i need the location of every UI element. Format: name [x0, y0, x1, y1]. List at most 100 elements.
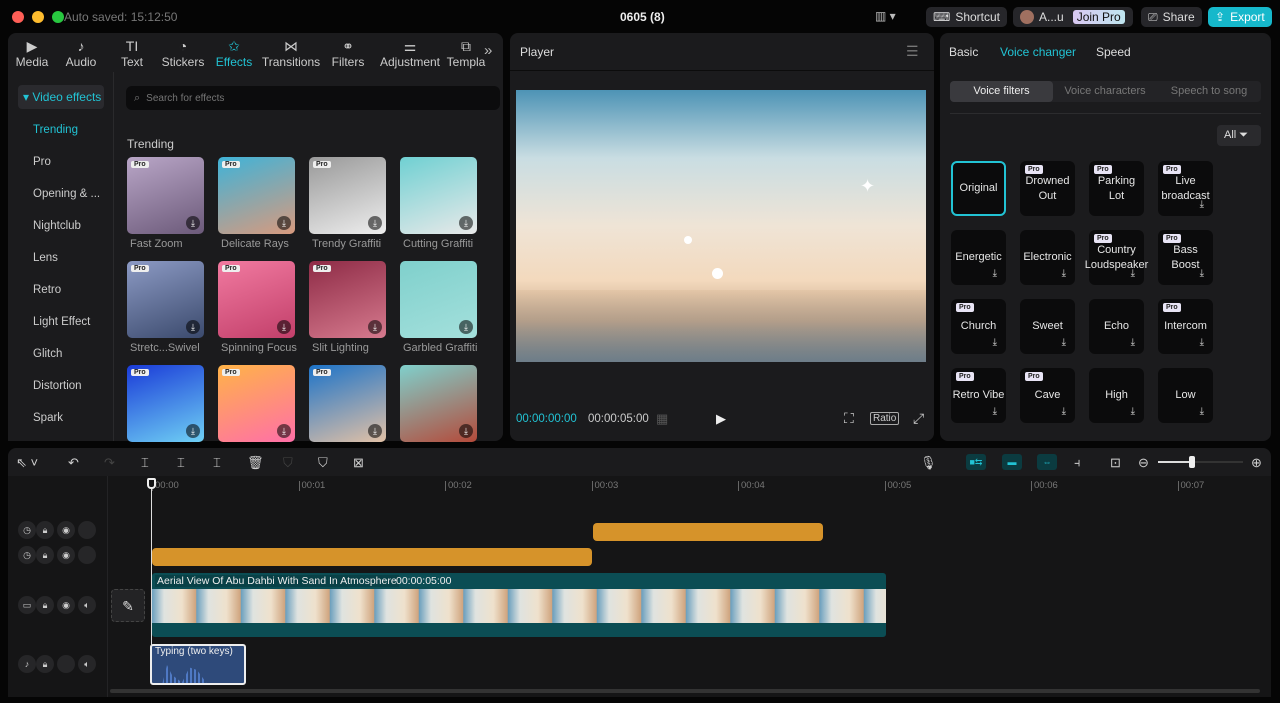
effect-clip[interactable] [152, 548, 592, 566]
preview-axis-icon[interactable]: ⫞ [1074, 455, 1081, 471]
ratio-button[interactable]: Ratio [870, 412, 900, 425]
download-icon[interactable]: ⤓ [368, 424, 382, 438]
download-icon[interactable]: ⤓ [459, 424, 473, 438]
audio-track-icon[interactable]: ♪ [18, 655, 36, 673]
voice-filter-tile[interactable]: Energetic ⤓ [951, 230, 1006, 285]
download-icon[interactable]: ⤓ [368, 320, 382, 334]
video-clip[interactable]: Aerial View Of Abu Dahbi With Sand In At… [152, 573, 886, 637]
voice-filter-tile[interactable]: Sweet ⤓ [1020, 299, 1075, 354]
subtab-voice-characters[interactable]: Voice characters [1053, 81, 1157, 102]
download-icon[interactable]: ⤓ [1062, 404, 1066, 419]
effect-thumbnail[interactable]: Pro ⤓ [218, 365, 295, 442]
effect-thumbnail[interactable]: ⤓ [400, 157, 477, 234]
download-icon[interactable]: ⤓ [993, 404, 997, 419]
search-input[interactable] [146, 92, 447, 104]
effect-thumbnail[interactable]: ⤓ [400, 365, 477, 442]
voice-filter-tile[interactable]: Pro Intercom ⤓ [1158, 299, 1213, 354]
download-icon[interactable]: ⤓ [1131, 404, 1135, 419]
download-icon[interactable]: ⤓ [1062, 266, 1066, 281]
effect-thumbnail[interactable]: Pro ⤓ [218, 261, 295, 338]
download-icon[interactable]: ⤓ [459, 216, 473, 230]
auto-snap-icon[interactable]: ▬ [1002, 454, 1022, 470]
download-icon[interactable]: ⤓ [1200, 197, 1204, 212]
minimize-window-button[interactable] [32, 11, 44, 23]
zoom-out-icon[interactable]: ⊖ [1138, 455, 1149, 471]
voice-filter-tile[interactable]: Pro Parking Lot [1089, 161, 1144, 216]
effect-thumbnail[interactable]: Pro ⤓ [127, 261, 204, 338]
tab-audio[interactable]: ♪ Audio [56, 33, 106, 71]
download-icon[interactable]: ⤓ [459, 320, 473, 334]
voice-filter-tile[interactable]: Original [951, 161, 1006, 216]
tab-filters[interactable]: ⚭ Filters [322, 33, 374, 71]
download-icon[interactable]: ⤓ [1131, 335, 1135, 350]
download-icon[interactable]: ⤓ [368, 216, 382, 230]
category-item[interactable]: Glitch [18, 343, 104, 365]
category-item[interactable]: Opening & ... [18, 183, 104, 205]
effect-thumbnail[interactable]: ⤓ [400, 261, 477, 338]
eye-icon[interactable]: ◉ [57, 596, 75, 614]
download-icon[interactable]: ⤓ [1200, 335, 1204, 350]
category-item[interactable]: Trending [18, 119, 104, 141]
tab-templa[interactable]: ⧉ Templa [446, 33, 486, 71]
download-icon[interactable]: ⤓ [993, 335, 997, 350]
zoom-in-icon[interactable]: ⊕ [1251, 455, 1262, 471]
filter-all-button[interactable]: All ⏷ [1217, 125, 1261, 146]
download-icon[interactable]: ⤓ [186, 424, 200, 438]
voice-filter-tile[interactable]: Electronic ⤓ [1020, 230, 1075, 285]
category-item[interactable]: Nightclub [18, 215, 104, 237]
timeline-grid-icon[interactable]: ▦ [656, 411, 668, 427]
effect-thumbnail[interactable]: Pro ⤓ [309, 261, 386, 338]
category-item[interactable]: Distortion [18, 375, 104, 397]
download-icon[interactable]: ⤓ [277, 320, 291, 334]
lock-icon[interactable]: 🔒︎ [36, 655, 54, 673]
voice-filter-tile[interactable]: Low ⤓ [1158, 368, 1213, 423]
marker-icon[interactable]: ⛉ [318, 455, 328, 471]
tab-speed[interactable]: Speed [1096, 45, 1131, 59]
timeline-scrollbar[interactable] [110, 689, 1260, 693]
track-clock-icon[interactable]: ◷ [18, 546, 36, 564]
delete-icon[interactable]: 🗑 [247, 455, 264, 471]
linkage-icon[interactable]: ⇔ [1037, 454, 1057, 470]
voice-filter-tile[interactable]: Echo ⤓ [1089, 299, 1144, 354]
zoom-slider-handle[interactable] [1189, 456, 1195, 468]
category-item[interactable]: Pro [18, 151, 104, 173]
tab-text[interactable]: TI Text [106, 33, 158, 71]
effects-search[interactable]: ⌕ [126, 86, 500, 110]
select-tool-icon[interactable]: ⇖ ˅ [16, 455, 38, 471]
lock-icon[interactable]: 🔒︎ [36, 521, 54, 539]
category-item[interactable]: Lens [18, 247, 104, 269]
thumbnail-zoom-icon[interactable]: ⊡ [1110, 455, 1121, 471]
category-item[interactable]: Retro [18, 279, 104, 301]
tab-media[interactable]: ▶ Media [8, 33, 56, 71]
subtab-speech-to-song[interactable]: Speech to song [1157, 81, 1261, 102]
shortcut-button[interactable]: ⌨ Shortcut [926, 7, 1008, 27]
lock-icon[interactable]: 🔒︎ [36, 546, 54, 564]
download-icon[interactable]: ⤓ [1200, 266, 1204, 281]
voice-filter-tile[interactable]: Pro Bass Boost ⤓ [1158, 230, 1213, 285]
playhead[interactable] [147, 478, 156, 646]
voice-filter-tile[interactable]: Pro Live broadcast ⤓ [1158, 161, 1213, 216]
mute-icon[interactable]: 🔈︎ [78, 655, 96, 673]
remove-background-icon[interactable]: ⊠ [353, 455, 364, 471]
download-icon[interactable]: ⤓ [993, 266, 997, 281]
video-preview[interactable]: ✦ [516, 90, 926, 362]
download-icon[interactable]: ⤓ [186, 216, 200, 230]
voice-filter-tile[interactable]: Pro Church ⤓ [951, 299, 1006, 354]
eye-icon[interactable]: ◉ [57, 521, 75, 539]
more-tabs-button[interactable]: » [484, 42, 492, 59]
split-right-icon[interactable]: ⌶ [213, 455, 221, 471]
player-menu-icon[interactable]: ☰ [906, 43, 919, 60]
effect-thumbnail[interactable]: Pro ⤓ [127, 157, 204, 234]
video-effects-toggle[interactable]: ▾ Video effects [18, 85, 104, 109]
download-icon[interactable]: ⤓ [1131, 266, 1135, 281]
video-track-icon[interactable]: ▭ [18, 596, 36, 614]
close-window-button[interactable] [12, 11, 24, 23]
tab-voice-changer[interactable]: Voice changer [1000, 45, 1076, 59]
effect-thumbnail[interactable]: Pro ⤓ [127, 365, 204, 442]
tab-stickers[interactable]: ◔ Stickers [158, 33, 208, 71]
effect-thumbnail[interactable]: Pro ⤓ [218, 157, 295, 234]
download-icon[interactable]: ⤓ [1200, 404, 1204, 419]
split-icon[interactable]: ⌶ [141, 455, 149, 471]
voice-filter-tile[interactable]: Pro Country Loudspeaker ⤓ [1085, 230, 1148, 285]
tab-adjustment[interactable]: ⚌ Adjustment [374, 33, 446, 71]
